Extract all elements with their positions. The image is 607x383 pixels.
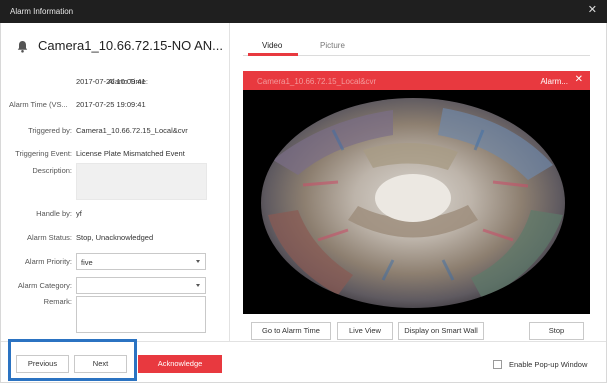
window-title: Alarm Information <box>10 7 74 16</box>
video-panel: Camera1_10.66.72.15_Local&cvr Alarm... ✕ <box>243 71 590 314</box>
alarm-priority-selected: five <box>81 258 93 267</box>
video-close-icon[interactable]: ✕ <box>575 75 583 85</box>
enable-popup-label: Enable Pop-up Window <box>509 360 588 369</box>
alarm-priority-label: Alarm Priority: <box>24 257 72 266</box>
triggering-event-value: License Plate Mismatched Event <box>76 149 185 158</box>
stop-button[interactable]: Stop <box>529 322 584 340</box>
tab-video-active-indicator <box>248 53 298 56</box>
enable-popup-checkbox[interactable] <box>493 360 502 369</box>
handle-by-label: Handle by: <box>36 209 72 218</box>
video-alarm-label: Alarm... <box>540 77 568 86</box>
alarm-priority-select[interactable]: five <box>76 253 206 270</box>
camera-title: Camera1_10.66.72.15-NO AN... <box>38 38 223 53</box>
tab-picture[interactable]: Picture <box>320 41 345 50</box>
remark-label: Remark: <box>43 297 72 306</box>
video-camera-name: Camera1_10.66.72.15_Local&cvr <box>257 77 377 86</box>
description-field <box>76 163 207 200</box>
bell-icon <box>17 41 28 53</box>
fisheye-image <box>243 90 590 314</box>
alarm-time-vs-value: 2017-07-25 19:09:41 <box>76 100 146 109</box>
alarm-category-label: Alarm Category: <box>17 281 72 290</box>
triggered-by-value: Camera1_10.66.72.15_Local&cvr <box>76 126 188 135</box>
video-header: Camera1_10.66.72.15_Local&cvr Alarm... ✕ <box>243 71 590 90</box>
alarm-status-value: Stop, Unacknowledged <box>76 233 154 242</box>
navigation-highlight-box <box>8 339 137 381</box>
alarm-status-label: Alarm Status: <box>26 233 72 242</box>
chevron-down-icon <box>196 260 200 263</box>
handle-by-value: yf <box>76 209 82 218</box>
alarm-time-value: 2017-07-26 10:09:41 <box>76 77 146 86</box>
live-view-button[interactable]: Live View <box>337 322 393 340</box>
tab-video[interactable]: Video <box>262 41 282 50</box>
acknowledge-button[interactable]: Acknowledge <box>138 355 222 373</box>
description-label: Description: <box>32 166 72 175</box>
alarm-time-vs-label: Alarm Time (VS... <box>9 100 68 109</box>
panel-divider <box>229 23 230 341</box>
fisheye-video[interactable] <box>243 90 590 314</box>
display-on-smart-wall-button[interactable]: Display on Smart Wall <box>398 322 484 340</box>
chevron-down-icon <box>196 284 200 287</box>
remark-textarea[interactable] <box>76 296 206 333</box>
triggered-by-label: Triggered by: <box>28 126 72 135</box>
window-titlebar: Alarm Information ✕ <box>0 0 607 23</box>
close-icon[interactable]: ✕ <box>588 4 597 16</box>
alarm-category-select[interactable] <box>76 277 206 294</box>
triggering-event-label: Triggering Event: <box>15 149 72 158</box>
go-to-alarm-time-button[interactable]: Go to Alarm Time <box>251 322 331 340</box>
